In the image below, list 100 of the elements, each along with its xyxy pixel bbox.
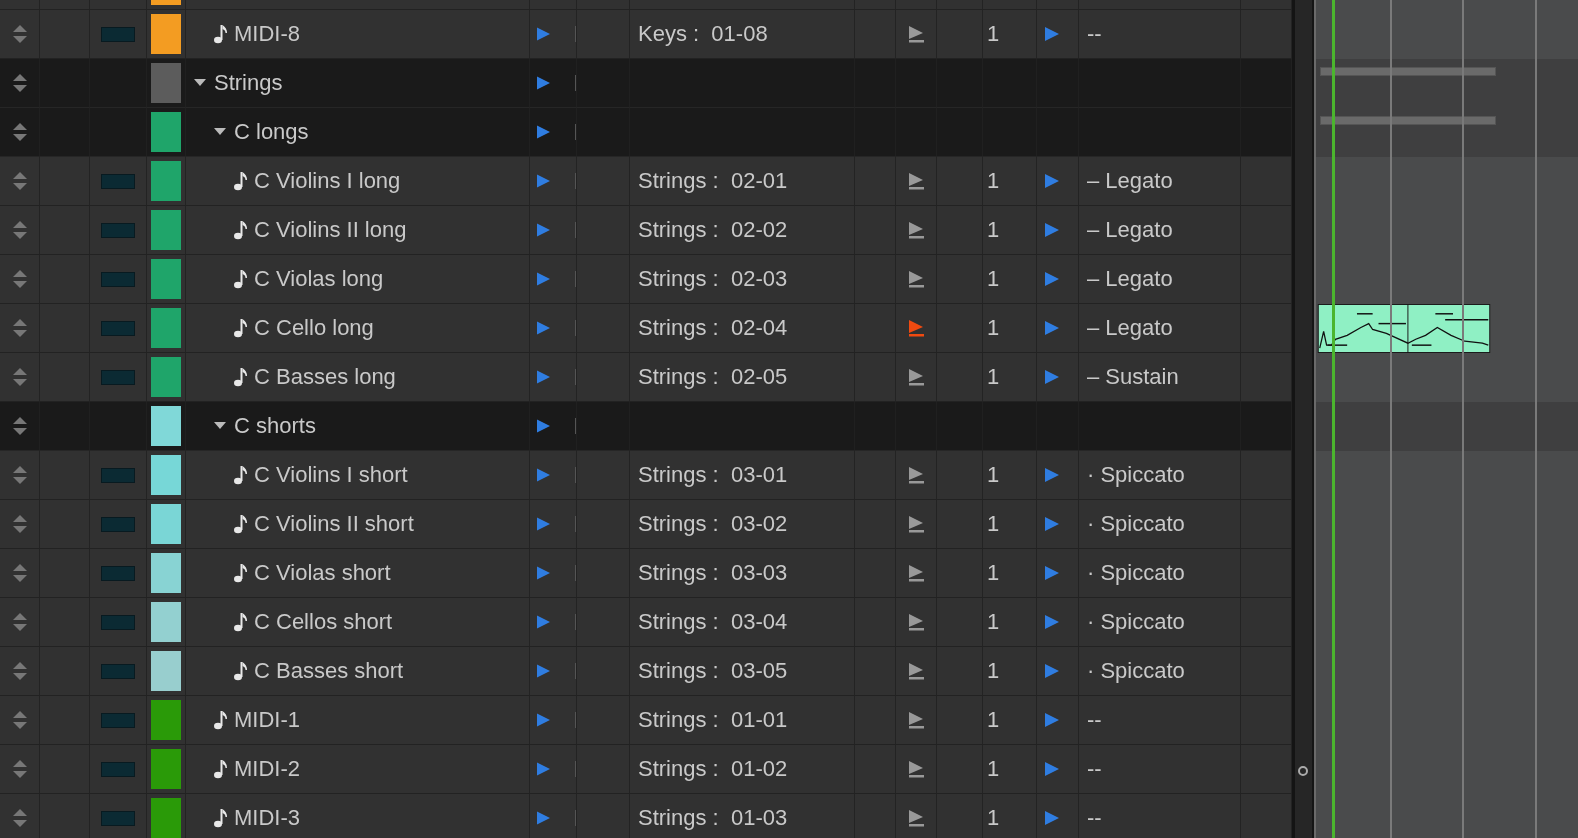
- folder-name[interactable]: Strings: [214, 71, 283, 95]
- track-name[interactable]: MIDI-2: [234, 757, 300, 781]
- play-icon[interactable]: [1045, 762, 1059, 776]
- track-name[interactable]: C Basses long: [254, 365, 396, 389]
- play-icon[interactable]: [1045, 517, 1059, 531]
- articulation[interactable]: – Legato: [1087, 316, 1173, 340]
- flag-icon[interactable]: [908, 760, 924, 778]
- reorder-handle-icon[interactable]: [12, 123, 27, 141]
- track-name[interactable]: C Basses short: [254, 659, 404, 683]
- track-name[interactable]: C Violins I long: [254, 169, 401, 193]
- articulation[interactable]: --: [1087, 806, 1102, 830]
- articulation[interactable]: · Spiccato: [1087, 512, 1185, 536]
- play-icon[interactable]: [1045, 370, 1059, 384]
- reorder-handle-icon[interactable]: [12, 221, 27, 239]
- port-channel[interactable]: Strings : 02-01: [638, 169, 788, 193]
- play-icon[interactable]: [537, 370, 551, 384]
- articulation[interactable]: – Legato: [1087, 267, 1173, 291]
- play-icon[interactable]: [537, 517, 551, 531]
- play-icon[interactable]: [1045, 27, 1059, 41]
- play-icon[interactable]: [1045, 664, 1059, 678]
- articulation[interactable]: · Spiccato: [1087, 659, 1185, 683]
- play-icon[interactable]: [537, 27, 551, 41]
- play-icon[interactable]: [537, 174, 551, 188]
- play-icon[interactable]: [537, 664, 551, 678]
- port-channel[interactable]: Keys : 01-08: [638, 22, 768, 46]
- midi-channel[interactable]: 1: [987, 169, 1000, 193]
- play-icon[interactable]: [537, 125, 551, 139]
- flag-icon[interactable]: [908, 25, 924, 43]
- track-name[interactable]: MIDI-8: [234, 22, 300, 46]
- articulation[interactable]: – Sustain: [1087, 365, 1179, 389]
- track-name[interactable]: C Violins I short: [254, 463, 408, 487]
- play-icon[interactable]: [537, 321, 551, 335]
- port-channel[interactable]: Strings : 03-04: [638, 610, 788, 634]
- play-icon[interactable]: [1045, 615, 1059, 629]
- port-channel[interactable]: Strings : 02-03: [638, 267, 788, 291]
- play-icon[interactable]: [537, 713, 551, 727]
- scroll-handle-icon[interactable]: [1298, 766, 1308, 776]
- articulation[interactable]: · Spiccato: [1087, 463, 1185, 487]
- play-icon[interactable]: [1045, 566, 1059, 580]
- articulation[interactable]: – Legato: [1087, 218, 1173, 242]
- reorder-handle-icon[interactable]: [12, 515, 27, 533]
- midi-clip[interactable]: [1316, 304, 1492, 353]
- flag-icon[interactable]: [908, 613, 924, 631]
- play-icon[interactable]: [537, 468, 551, 482]
- flag-icon[interactable]: [908, 221, 924, 239]
- flag-icon[interactable]: [908, 270, 924, 288]
- midi-channel[interactable]: 1: [987, 561, 1000, 585]
- flag-icon[interactable]: [908, 466, 924, 484]
- midi-channel[interactable]: 1: [987, 267, 1000, 291]
- midi-channel[interactable]: 1: [987, 708, 1000, 732]
- flag-icon[interactable]: [908, 662, 924, 680]
- midi-channel[interactable]: 1: [987, 610, 1000, 634]
- midi-channel[interactable]: 1: [987, 365, 1000, 389]
- play-icon[interactable]: [1045, 321, 1059, 335]
- play-icon[interactable]: [1045, 272, 1059, 286]
- port-channel[interactable]: Strings : 03-02: [638, 512, 788, 536]
- flag-icon[interactable]: [908, 515, 924, 533]
- flag-icon[interactable]: [908, 172, 924, 190]
- flag-icon[interactable]: [908, 319, 924, 337]
- midi-channel[interactable]: 1: [987, 463, 1000, 487]
- track-name[interactable]: MIDI-3: [234, 806, 300, 830]
- reorder-handle-icon[interactable]: [12, 319, 27, 337]
- midi-channel[interactable]: 1: [987, 22, 1000, 46]
- play-icon[interactable]: [537, 566, 551, 580]
- play-icon[interactable]: [537, 762, 551, 776]
- reorder-handle-icon[interactable]: [12, 711, 27, 729]
- play-icon[interactable]: [537, 615, 551, 629]
- play-icon[interactable]: [537, 811, 551, 825]
- track-name[interactable]: MIDI-1: [234, 708, 300, 732]
- play-icon[interactable]: [1045, 174, 1059, 188]
- flag-icon[interactable]: [908, 368, 924, 386]
- reorder-handle-icon[interactable]: [12, 662, 27, 680]
- play-icon[interactable]: [537, 76, 551, 90]
- play-icon[interactable]: [537, 223, 551, 237]
- play-icon[interactable]: [1045, 223, 1059, 237]
- reorder-handle-icon[interactable]: [12, 368, 27, 386]
- port-channel[interactable]: Strings : 03-01: [638, 463, 788, 487]
- track-name[interactable]: C Cellos short: [254, 610, 393, 634]
- midi-channel[interactable]: 1: [987, 757, 1000, 781]
- reorder-handle-icon[interactable]: [12, 172, 27, 190]
- reorder-handle-icon[interactable]: [12, 466, 27, 484]
- port-channel[interactable]: Strings : 02-04: [638, 316, 788, 340]
- articulation[interactable]: --: [1087, 22, 1102, 46]
- play-icon[interactable]: [537, 419, 551, 433]
- play-icon[interactable]: [537, 272, 551, 286]
- track-name[interactable]: C Cello long: [254, 316, 374, 340]
- track-name[interactable]: C Violas long: [254, 267, 384, 291]
- port-channel[interactable]: Strings : 01-01: [638, 708, 788, 732]
- articulation[interactable]: --: [1087, 708, 1102, 732]
- reorder-handle-icon[interactable]: [12, 25, 27, 43]
- reorder-handle-icon[interactable]: [12, 74, 27, 92]
- reorder-handle-icon[interactable]: [12, 417, 27, 435]
- reorder-handle-icon[interactable]: [12, 809, 27, 827]
- articulation[interactable]: · Spiccato: [1087, 561, 1185, 585]
- midi-channel[interactable]: 1: [987, 316, 1000, 340]
- port-channel[interactable]: Strings : 01-02: [638, 757, 788, 781]
- flag-icon[interactable]: [908, 564, 924, 582]
- reorder-handle-icon[interactable]: [12, 270, 27, 288]
- play-icon[interactable]: [1045, 468, 1059, 482]
- flag-icon[interactable]: [908, 711, 924, 729]
